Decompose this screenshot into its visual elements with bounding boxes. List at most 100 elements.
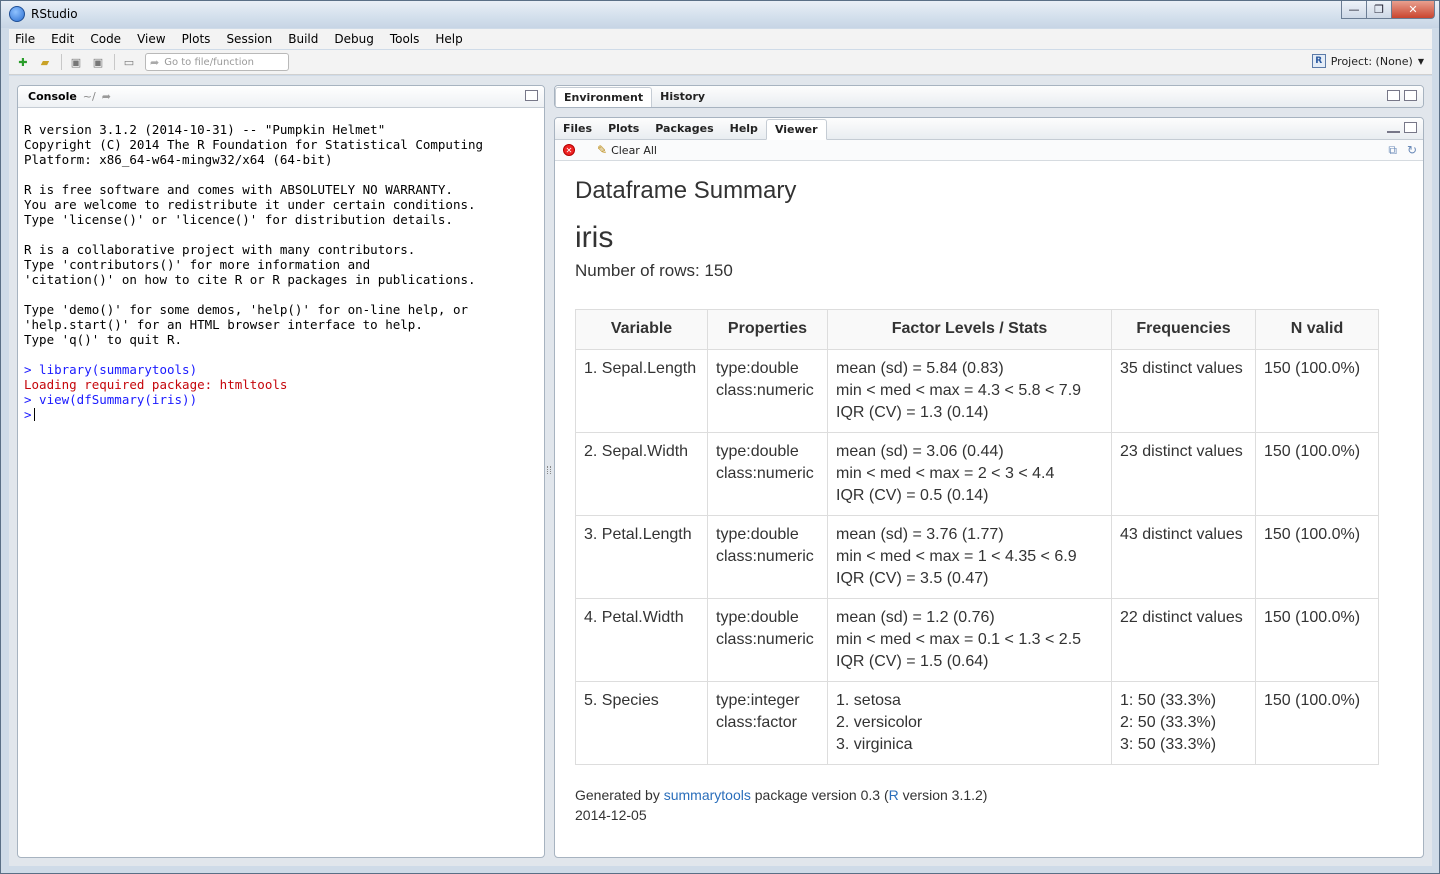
console-line: 'citation()' on how to cite R or R packa… xyxy=(24,272,476,287)
main-toolbar: ✚ ▰ ▣ ▣ ▭ ➦ Go to file/function R Projec… xyxy=(9,50,1432,75)
cell-nvalid: 150 (100.0%) xyxy=(1255,681,1379,765)
menu-debug[interactable]: Debug xyxy=(326,32,381,46)
broom-icon[interactable]: ✎ xyxy=(597,143,607,157)
tab-environment[interactable]: Environment xyxy=(555,87,653,107)
restore-pane-icon[interactable] xyxy=(1387,90,1400,101)
menu-view[interactable]: View xyxy=(129,32,173,46)
close-button[interactable]: ✕ xyxy=(1391,1,1435,19)
report-footer: Generated by summarytools package versio… xyxy=(575,785,1403,825)
footer-generated-by: Generated by xyxy=(575,787,660,803)
menu-build[interactable]: Build xyxy=(280,32,326,46)
popout-icon[interactable]: ⧉ xyxy=(1388,143,1397,158)
table-row: 5. Species type:integer class:factor 1. set… xyxy=(575,681,1379,765)
go-to-directory-icon[interactable]: ➦ xyxy=(102,90,111,103)
console-line: R is a collaborative project with many c… xyxy=(24,242,416,257)
pane-splitter-handle[interactable] xyxy=(547,466,551,474)
toolbar-separator xyxy=(61,54,62,70)
table-header-row: Variable Properties Factor Levels / Stat… xyxy=(575,309,1379,350)
save-icon[interactable]: ▣ xyxy=(68,54,84,70)
console-pane-controls xyxy=(525,90,538,101)
footer-r-version: version 3.1.2) xyxy=(902,787,988,803)
table-row: 1. Sepal.Length type:double class:numeric m… xyxy=(575,349,1379,433)
summarytools-link[interactable]: summarytools xyxy=(664,787,751,803)
viewer-tabs: Files Plots Packages Help Viewer xyxy=(555,118,1423,140)
tab-help[interactable]: Help xyxy=(722,118,766,139)
cell-frequencies-line: 22 distinct values xyxy=(1120,609,1243,626)
r-link[interactable]: R xyxy=(889,787,899,803)
menu-file[interactable]: File xyxy=(9,32,43,46)
col-properties: Properties xyxy=(707,309,828,350)
workspace: Console ~/ ➦ R version 3.1.2 (2014-10-31… xyxy=(9,76,1432,866)
clear-all-button[interactable]: Clear All xyxy=(611,144,657,157)
cell-nvalid: 150 (100.0%) xyxy=(1255,349,1379,433)
minimize-button[interactable]: — xyxy=(1341,1,1367,19)
project-menu[interactable]: R Project: (None) ▼ xyxy=(1311,54,1424,68)
tab-history[interactable]: History xyxy=(652,86,713,107)
tab-files[interactable]: Files xyxy=(555,118,600,139)
print-icon[interactable]: ▭ xyxy=(121,54,137,70)
cell-variable: 5. Species xyxy=(575,681,708,765)
menu-tools[interactable]: Tools xyxy=(382,32,428,46)
console-line: Platform: x86_64-w64-mingw32/x64 (64-bit… xyxy=(24,152,333,167)
cell-variable: 2. Sepal.Width xyxy=(575,432,708,516)
cell-frequencies-line: 43 distinct values xyxy=(1120,526,1243,543)
new-file-icon[interactable]: ✚ xyxy=(15,54,31,70)
cell-frequencies: 1: 50 (33.3%) 2: 50 (33.3%) 3: 50 (33.3%) xyxy=(1111,681,1256,765)
console-prompt[interactable]: > xyxy=(24,407,538,422)
cell-stats: mean (sd) = 1.2 (0.76) min < med < max = … xyxy=(827,598,1112,682)
cell-stats-line: mean (sd) = 5.84 (0.83) xyxy=(836,360,1004,377)
cell-stats: mean (sd) = 3.76 (1.77) min < med < max =… xyxy=(827,515,1112,599)
cell-variable: 3. Petal.Length xyxy=(575,515,708,599)
minimize-pane-icon[interactable] xyxy=(1387,129,1400,133)
cell-properties-line: type:double xyxy=(716,360,799,377)
maximize-button[interactable]: ❐ xyxy=(1366,1,1392,19)
cell-stats: mean (sd) = 5.84 (0.83) min < med < max =… xyxy=(827,349,1112,433)
maximize-pane-icon[interactable] xyxy=(1404,90,1417,101)
toolbar-separator xyxy=(114,54,115,70)
menu-help[interactable]: Help xyxy=(427,32,470,46)
goto-file-input[interactable]: ➦ Go to file/function xyxy=(145,53,289,71)
rstudio-app-icon xyxy=(9,6,25,22)
cell-frequencies-line: 35 distinct values xyxy=(1120,360,1243,377)
tab-plots[interactable]: Plots xyxy=(600,118,647,139)
cell-stats: mean (sd) = 3.06 (0.44) min < med < max =… xyxy=(827,432,1112,516)
console-output[interactable]: R version 3.1.2 (2014-10-31) -- "Pumpkin… xyxy=(18,108,544,422)
restore-pane-icon[interactable] xyxy=(525,90,538,101)
cell-properties-line: class:numeric xyxy=(716,631,814,648)
cell-stats-line: mean (sd) = 3.06 (0.44) xyxy=(836,443,1004,460)
remove-viewer-icon[interactable]: ✕ xyxy=(563,144,575,156)
tab-viewer[interactable]: Viewer xyxy=(765,119,827,140)
console-line: Type 'license()' or 'licence()' for dist… xyxy=(24,212,453,227)
console-pane: Console ~/ ➦ R version 3.1.2 (2014-10-31… xyxy=(17,85,545,858)
cell-frequencies-line: 1: 50 (33.3%) xyxy=(1120,692,1217,709)
restore-pane-icon[interactable] xyxy=(1404,122,1417,133)
cell-stats-line: IQR (CV) = 1.3 (0.14) xyxy=(836,404,989,421)
cell-variable: 4. Petal.Width xyxy=(575,598,708,682)
menu-code[interactable]: Code xyxy=(82,32,129,46)
menu-edit[interactable]: Edit xyxy=(43,32,82,46)
cell-stats-line: IQR (CV) = 1.5 (0.64) xyxy=(836,653,989,670)
table-row: 2. Sepal.Width type:double class:numeric me… xyxy=(575,432,1379,516)
viewer-pane-controls xyxy=(1387,122,1417,133)
environment-pane: Environment History xyxy=(554,85,1424,108)
cell-properties: type:double class:numeric xyxy=(707,515,828,599)
refresh-icon[interactable]: ↻ xyxy=(1407,143,1417,158)
console-path: ~/ xyxy=(82,90,96,103)
save-all-icon[interactable]: ▣ xyxy=(90,54,106,70)
cell-nvalid: 150 (100.0%) xyxy=(1255,515,1379,599)
rstudio-window: RStudio — ❐ ✕ File Edit Code View Plots … xyxy=(0,0,1440,874)
console-line: Loading required package: htmltools xyxy=(24,377,288,392)
window-controls: — ❐ ✕ xyxy=(1341,1,1435,21)
table-row: 3. Petal.Length type:double class:numeric m… xyxy=(575,515,1379,599)
menu-plots[interactable]: Plots xyxy=(174,32,219,46)
console-title: Console xyxy=(28,90,77,103)
menu-session[interactable]: Session xyxy=(218,32,280,46)
tab-packages[interactable]: Packages xyxy=(647,118,721,139)
console-line: Type 'demo()' for some demos, 'help()' f… xyxy=(24,302,469,317)
cell-nvalid: 150 (100.0%) xyxy=(1255,432,1379,516)
open-folder-icon[interactable]: ▰ xyxy=(37,54,53,70)
